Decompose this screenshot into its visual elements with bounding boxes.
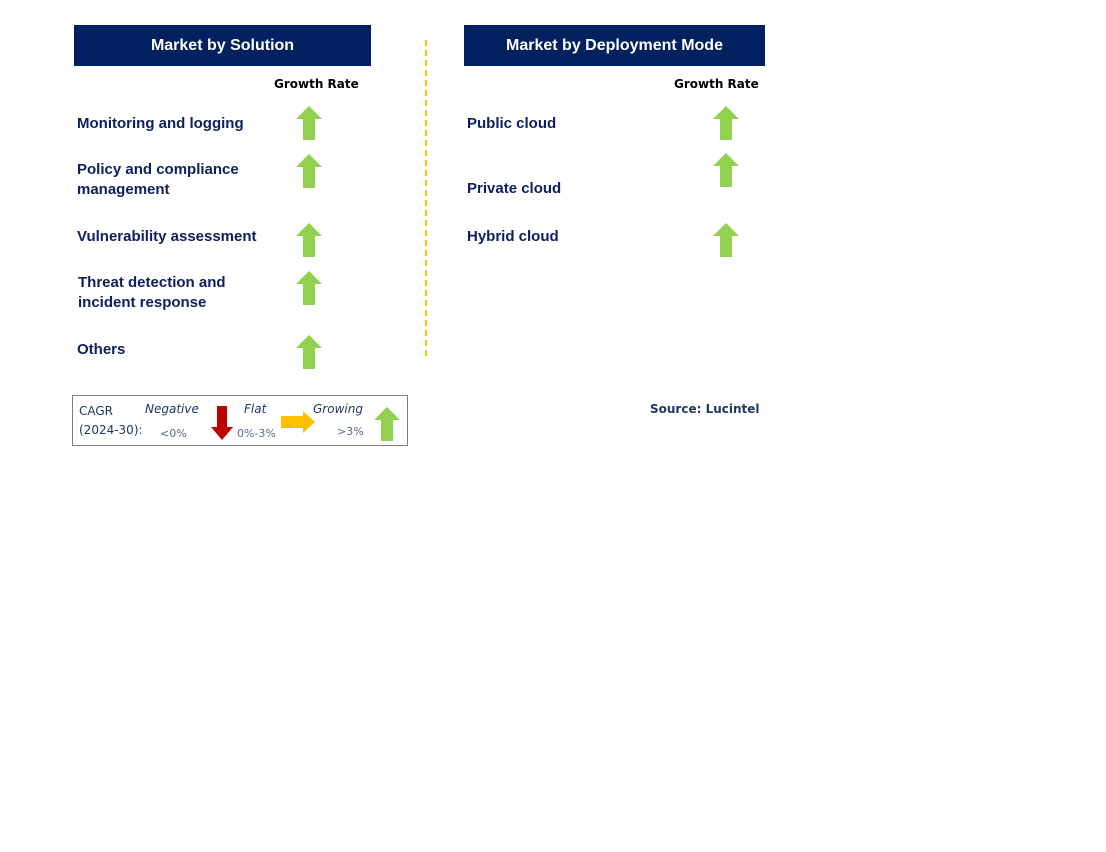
deployment-item-label: Private cloud: [467, 180, 562, 197]
down-arrow-icon: [211, 406, 233, 440]
deployment-growth-rate-header: Growth Rate: [674, 77, 759, 91]
legend-growing-range: >3%: [337, 425, 364, 438]
cagr-legend: CAGR (2024-30): Negative <0% Flat 0%-3% …: [72, 395, 408, 446]
legend-negative-range: <0%: [160, 427, 187, 440]
deployment-item-label: Public cloud: [467, 115, 557, 132]
solution-item-label: Vulnerability assessment: [77, 228, 257, 245]
legend-negative-label: Negative: [145, 402, 199, 416]
up-arrow-icon: [296, 154, 322, 188]
up-arrow-icon: [296, 106, 322, 140]
deployment-panel-header: Market by Deployment Mode: [464, 25, 765, 66]
solution-panel-title: Market by Solution: [150, 36, 295, 54]
solution-growth-rate-header: Growth Rate: [274, 77, 359, 91]
solution-item-label: Threat detection and incident response: [78, 274, 226, 311]
panel-divider: [425, 40, 427, 356]
deployment-item-label: Hybrid cloud: [467, 228, 559, 245]
source-label: Source: Lucintel: [650, 402, 760, 416]
solution-item-label: Monitoring and logging: [77, 115, 244, 132]
up-arrow-icon: [296, 271, 322, 305]
up-arrow-icon: [713, 223, 739, 257]
up-arrow-icon: [374, 407, 400, 441]
up-arrow-icon: [713, 153, 739, 187]
legend-growing-label: Growing: [313, 402, 363, 416]
solution-panel-header: Market by Solution: [74, 25, 371, 66]
legend-period-label: (2024-30):: [79, 423, 143, 437]
right-arrow-icon: [281, 411, 315, 433]
legend-flat-range: 0%-3%: [237, 427, 276, 440]
up-arrow-icon: [296, 335, 322, 369]
up-arrow-icon: [296, 223, 322, 257]
up-arrow-icon: [713, 106, 739, 140]
deployment-panel-title: Market by Deployment Mode: [506, 36, 723, 54]
solution-item-label: Policy and compliance management: [77, 161, 239, 198]
legend-flat-label: Flat: [244, 402, 267, 416]
legend-cagr-label: CAGR: [79, 404, 114, 418]
solution-item-label: Others: [77, 341, 126, 358]
